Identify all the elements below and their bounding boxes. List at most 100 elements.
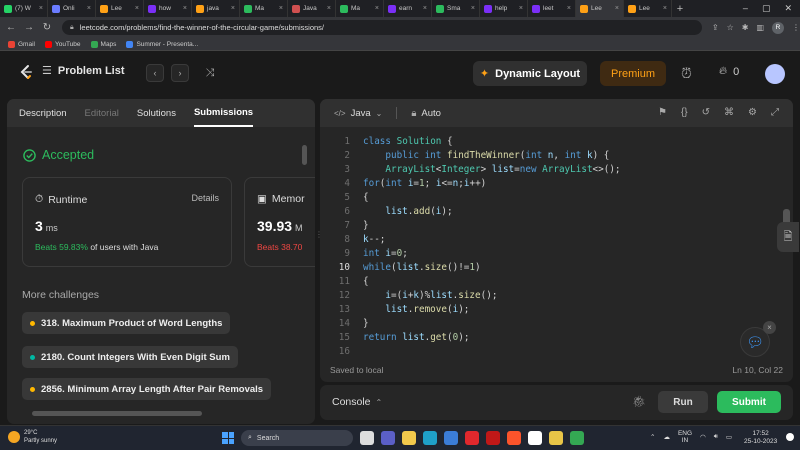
bookmark-item[interactable]: Maps — [90, 40, 116, 48]
site-info-icon[interactable]: 🔒︎ — [70, 24, 74, 32]
code-line[interactable]: 15 return list.get(0); — [320, 330, 793, 344]
system-clock[interactable]: 17:52 25-10-2023 — [744, 430, 777, 446]
tab-submissions[interactable]: Submissions — [193, 99, 254, 127]
code-line[interactable]: 13 list.remove(i); — [320, 302, 793, 316]
code-line[interactable]: 11 { — [320, 274, 793, 288]
task-view-icon[interactable] — [360, 431, 374, 445]
bookmark-item[interactable]: YouTube — [44, 40, 81, 48]
mcafee-icon[interactable] — [486, 431, 500, 445]
new-tab-icon[interactable]: + — [672, 3, 688, 15]
tab-close-icon[interactable]: × — [519, 5, 523, 12]
browser-tab[interactable]: Lee × — [576, 0, 624, 17]
code-line[interactable]: 1 class Solution { — [320, 134, 793, 148]
bookmark-item[interactable]: Summer - Presenta... — [126, 40, 198, 48]
notes-tab-icon[interactable]: 🗎 — [777, 222, 799, 252]
memory-card[interactable]: ▣ Memor 39.93 M Beats 38.70 — [244, 177, 315, 267]
auto-mode-label[interactable]: Auto — [421, 108, 441, 119]
volume-icon[interactable]: 🔊︎ — [714, 433, 718, 441]
browser-tab[interactable]: earn × — [384, 0, 432, 17]
code-line[interactable]: 8 k--; — [320, 232, 793, 246]
forward-icon[interactable]: → — [22, 22, 36, 33]
debug-bug-icon[interactable]: 🐞︎ — [632, 395, 646, 408]
brave-icon[interactable] — [507, 431, 521, 445]
extension-icon[interactable]: ✱ — [742, 23, 749, 32]
teams-icon[interactable] — [381, 431, 395, 445]
alarm-clock-icon[interactable]: ⏰︎ — [681, 65, 692, 82]
tab-close-icon[interactable]: × — [135, 5, 139, 12]
dynamic-layout-button[interactable]: ✦ Dynamic Layout — [473, 61, 587, 86]
vertical-scrollbar[interactable] — [302, 145, 307, 165]
tab-editorial[interactable]: Editorial — [85, 99, 119, 127]
menu-icon[interactable]: ⋮ — [792, 23, 800, 32]
code-line[interactable]: 10 while(list.size()!=1) — [320, 260, 793, 274]
reload-icon[interactable]: ↻ — [40, 22, 54, 33]
close-window-icon[interactable]: ✕ — [784, 3, 792, 14]
bookmark-icon[interactable]: ⚑ — [658, 107, 667, 118]
browser-tab[interactable]: (7) W × — [0, 0, 48, 17]
code-line[interactable]: 14} — [320, 316, 793, 330]
code-line[interactable]: 7} — [320, 218, 793, 232]
challenge-item[interactable]: 318. Maximum Product of Word Lengths — [22, 312, 231, 334]
word-icon[interactable] — [528, 431, 542, 445]
runtime-card[interactable]: ⏱︎ Runtime Details 3 ms Beats 59.83% of u… — [22, 177, 232, 267]
tab-close-icon[interactable]: × — [375, 5, 379, 12]
code-line[interactable]: 3 ArrayList<Integer> list=new ArrayList<… — [320, 162, 793, 176]
settings-gear-icon[interactable]: ⚙ — [748, 107, 757, 118]
horizontal-scrollbar[interactable] — [32, 411, 202, 416]
battery-icon[interactable]: ▭ — [726, 433, 732, 441]
next-problem-button[interactable]: › — [171, 64, 189, 82]
url-bar[interactable]: 🔒︎ leetcode.com/problems/find-the-winner… — [62, 20, 702, 35]
reset-icon[interactable]: ↺ — [702, 107, 710, 118]
onedrive-icon[interactable]: ☁ — [663, 433, 670, 441]
share-icon[interactable]: ⇪ — [712, 23, 719, 32]
prev-problem-button[interactable]: ‹ — [146, 64, 164, 82]
braces-icon[interactable]: {} — [681, 107, 688, 118]
minimize-icon[interactable]: – — [743, 3, 748, 14]
language-selector[interactable]: Java ⌄ — [351, 108, 383, 119]
wifi-icon[interactable]: ◠ — [700, 433, 706, 441]
user-avatar[interactable] — [765, 64, 785, 84]
edge-icon[interactable] — [423, 431, 437, 445]
premium-button[interactable]: Premium — [600, 61, 666, 86]
notification-icon[interactable] — [786, 433, 794, 441]
browser-tab[interactable]: Ma × — [336, 0, 384, 17]
streak-counter[interactable]: 🔥︎ 0 — [719, 65, 739, 78]
shuffle-icon[interactable]: ⤨ — [201, 64, 219, 82]
maximize-icon[interactable]: ▢ — [762, 3, 771, 14]
tab-close-icon[interactable]: × — [567, 5, 571, 12]
tab-close-icon[interactable]: × — [87, 5, 91, 12]
code-area[interactable]: 1 class Solution {2 public int findTheWin… — [320, 134, 793, 358]
tab-description[interactable]: Description — [19, 99, 67, 127]
taskbar-search[interactable]: ⌕ Search — [241, 430, 353, 446]
tab-close-icon[interactable]: × — [423, 5, 427, 12]
code-line[interactable]: 4 for(int i=1; i<=n;i++) — [320, 176, 793, 190]
submit-button[interactable]: Submit — [717, 391, 781, 413]
fullscreen-icon[interactable]: ⤢ — [771, 107, 779, 118]
leetcode-logo-icon[interactable] — [18, 64, 34, 80]
file-explorer-icon[interactable] — [402, 431, 416, 445]
star-icon[interactable]: ☆ — [727, 23, 734, 32]
code-line[interactable]: 2 public int findTheWinner(int n, int k)… — [320, 148, 793, 162]
browser-tab[interactable]: how × — [144, 0, 192, 17]
code-line[interactable]: 16 — [320, 344, 793, 358]
chevron-up-tray-icon[interactable]: ⌃ — [650, 433, 655, 441]
tab-close-icon[interactable]: × — [279, 5, 283, 12]
browser-tab[interactable]: Onli × — [48, 0, 96, 17]
browser-tab[interactable]: Lee × — [624, 0, 672, 17]
code-line[interactable]: 12 i=(i+k)%list.size(); — [320, 288, 793, 302]
tab-close-icon[interactable]: × — [231, 5, 235, 12]
browser-tab[interactable]: Ma × — [240, 0, 288, 17]
challenge-item[interactable]: 2180. Count Integers With Even Digit Sum — [22, 346, 238, 368]
windows-start-icon[interactable] — [222, 432, 234, 444]
code-line[interactable]: 5{ — [320, 190, 793, 204]
challenge-item[interactable]: 2856. Minimum Array Length After Pair Re… — [22, 378, 272, 400]
tab-close-icon[interactable]: × — [39, 5, 43, 12]
console-toggle[interactable]: Console ⌃ — [332, 396, 382, 408]
browser-tab[interactable]: Sma × — [432, 0, 480, 17]
weather-widget[interactable]: 29°C Partly sunny — [8, 429, 57, 445]
run-button[interactable]: Run — [658, 391, 708, 413]
tab-close-icon[interactable]: × — [663, 5, 667, 12]
bookmark-item[interactable]: Gmail — [8, 40, 35, 48]
problem-list-link[interactable]: ☰ Problem List — [42, 64, 125, 78]
opera-icon[interactable] — [465, 431, 479, 445]
